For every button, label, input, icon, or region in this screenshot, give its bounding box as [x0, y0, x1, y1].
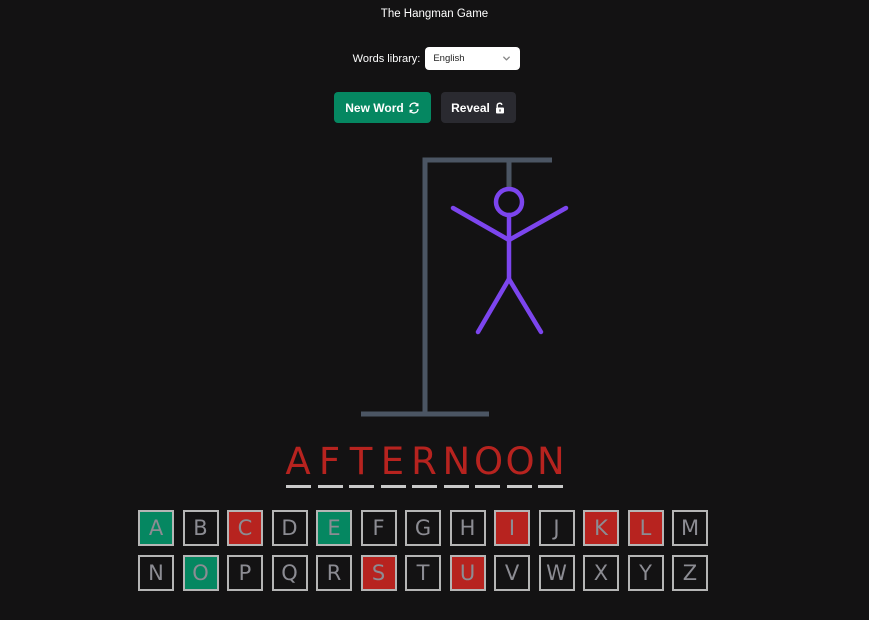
letter-key-b[interactable]: B — [182, 510, 219, 546]
letter-underline — [443, 485, 469, 488]
word-letter: T — [349, 440, 373, 483]
figure-left-leg — [475, 276, 512, 335]
letter-key-e[interactable]: E — [316, 510, 352, 546]
word-letter-slot: R — [411, 440, 437, 490]
letter-key-a[interactable]: A — [138, 510, 174, 546]
letter-key-o[interactable]: O — [182, 555, 219, 591]
letter-key-t[interactable]: T — [405, 555, 441, 591]
letter-key-h[interactable]: H — [449, 510, 486, 546]
letter-key-d[interactable]: D — [271, 510, 308, 546]
letter-underline — [506, 485, 532, 488]
letter-key-l[interactable]: L — [627, 510, 664, 546]
letter-key-z[interactable]: Z — [672, 555, 708, 591]
word-letter-slot: N — [442, 440, 471, 490]
word-letter-slot: A — [285, 440, 311, 490]
letter-key-m[interactable]: M — [672, 510, 708, 546]
word-letter: F — [318, 440, 341, 483]
word-letter: N — [537, 440, 565, 483]
letter-key-s[interactable]: S — [360, 555, 397, 591]
letter-underline — [380, 485, 406, 488]
word-letter: A — [285, 440, 311, 483]
letter-key-p[interactable]: P — [227, 555, 263, 591]
letter-key-r[interactable]: R — [316, 555, 352, 591]
word-letter-slot: F — [317, 440, 343, 490]
word-letter: O — [474, 440, 504, 483]
figure-head — [493, 186, 525, 218]
hangman-drawing — [361, 157, 569, 417]
figure-right-leg — [506, 276, 544, 335]
letter-key-g[interactable]: G — [405, 510, 441, 546]
word-letter-slot: E — [380, 440, 406, 490]
letter-underline — [349, 485, 374, 488]
word-letter: N — [442, 440, 471, 483]
letter-key-u[interactable]: U — [449, 555, 486, 591]
letter-key-w[interactable]: W — [538, 555, 575, 591]
word-letter: R — [411, 440, 437, 483]
letter-key-c[interactable]: C — [227, 510, 263, 546]
word-letter-slot: O — [505, 440, 535, 490]
word-letter: O — [505, 440, 535, 483]
letter-underline — [412, 485, 437, 488]
word-letter: E — [380, 440, 405, 483]
letter-underline — [317, 485, 343, 488]
letter-key-j[interactable]: J — [538, 510, 575, 546]
letter-key-q[interactable]: Q — [271, 555, 308, 591]
letter-underline — [538, 485, 563, 488]
word-letter-slot: T — [348, 440, 374, 490]
letter-key-n[interactable]: N — [138, 555, 174, 591]
word-letter-slot: O — [474, 440, 504, 490]
letter-key-i[interactable]: I — [494, 510, 530, 546]
letter-key-k[interactable]: K — [583, 510, 619, 546]
letter-key-y[interactable]: Y — [627, 555, 664, 591]
word-letter-slot: N — [537, 440, 565, 490]
letter-key-v[interactable]: V — [494, 555, 530, 591]
stick-figure — [450, 186, 569, 335]
letter-underline — [286, 485, 311, 488]
letter-key-f[interactable]: F — [360, 510, 397, 546]
gallows — [361, 157, 552, 417]
letter-key-x[interactable]: X — [583, 555, 619, 591]
letter-underline — [475, 485, 500, 488]
hangman-page: The Hangman Game Words library: English … — [0, 0, 869, 620]
